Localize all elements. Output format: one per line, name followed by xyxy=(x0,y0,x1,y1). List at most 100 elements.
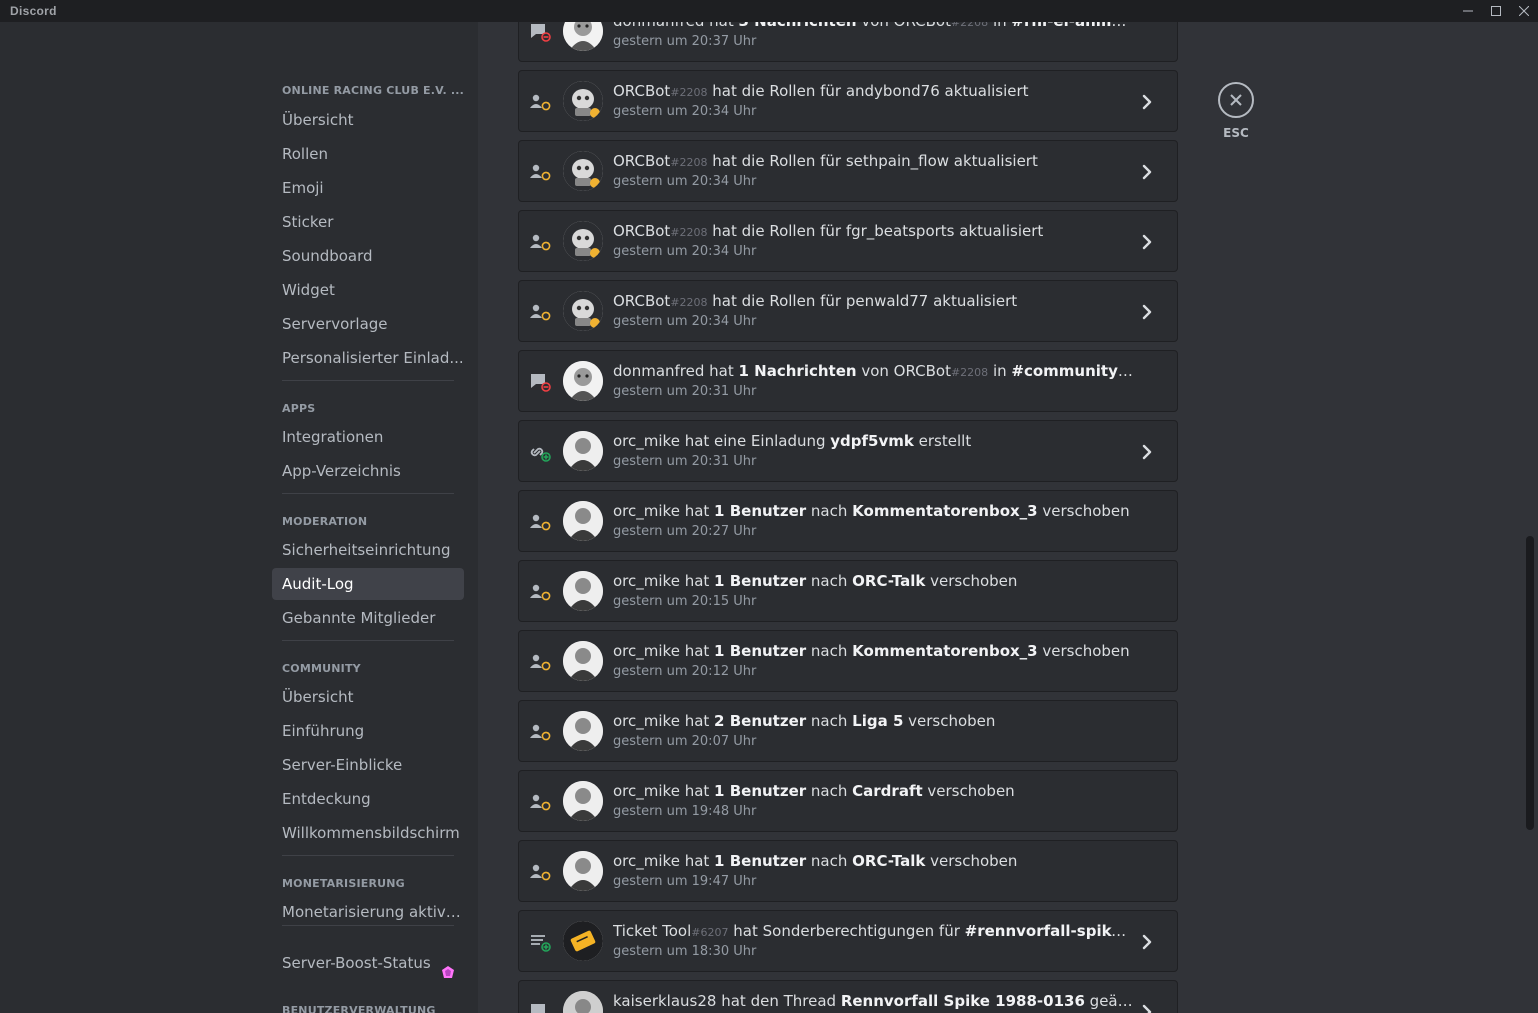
audit-log-entry[interactable]: orc_mike hat eine Einladung ydpf5vmk ers… xyxy=(518,420,1178,482)
sidebar-divider xyxy=(282,493,454,494)
window-close-icon[interactable] xyxy=(1510,0,1538,22)
section-heading-moderation: MODERATION xyxy=(282,515,368,528)
chevron-right-icon[interactable] xyxy=(1139,232,1155,252)
sidebar-item-uebersicht[interactable]: Übersicht xyxy=(272,104,464,136)
esc-label: ESC xyxy=(1223,126,1249,140)
audit-log-entry[interactable]: ORCBot#2208 hat die Rollen für sethpain_… xyxy=(518,140,1178,202)
section-heading-apps: APPS xyxy=(282,402,316,415)
sidebar-item-server-einblicke[interactable]: Server-Einblicke xyxy=(272,749,464,781)
audit-log-entry[interactable]: kaiserklaus28 hat den Thread Rennvorfall… xyxy=(518,980,1178,1013)
close-icon[interactable] xyxy=(1218,82,1254,118)
close-settings[interactable]: ESC xyxy=(1216,82,1256,140)
sidebar-item-monetarisierung-aktivi[interactable]: Monetarisierung aktivi... xyxy=(272,896,464,928)
entry-text: ORCBot xyxy=(613,82,671,100)
sidebar-item-label: Server-Einblicke xyxy=(282,756,403,774)
member-update-icon xyxy=(529,302,553,322)
sidebar-item-label: Willkommensbildschirm xyxy=(282,824,460,842)
sidebar-item-emoji[interactable]: Emoji xyxy=(272,172,464,204)
audit-log-entry[interactable]: ORCBot#2208 hat die Rollen für penwald77… xyxy=(518,280,1178,342)
entry-summary: orc_mike hat 1 Benutzer nach ORC-Talk ve… xyxy=(613,572,1133,590)
entry-target: ORC-Talk xyxy=(852,852,926,870)
entry-text: in xyxy=(988,22,1011,30)
sidebar-item-soundboard[interactable]: Soundboard xyxy=(272,240,464,272)
entry-timestamp: gestern um 20:37 Uhr xyxy=(613,34,757,49)
entry-text: verschoben xyxy=(1037,642,1130,660)
sidebar-item-widget[interactable]: Widget xyxy=(272,274,464,306)
avatar-orc-mike[interactable] xyxy=(563,571,603,611)
scrollbar[interactable] xyxy=(1526,536,1534,830)
chevron-right-icon[interactable] xyxy=(1139,92,1155,112)
entry-target: 1 Nachrichten xyxy=(738,362,857,380)
sidebar-item-willkommensbildschirm[interactable]: Willkommensbildschirm xyxy=(272,817,464,849)
avatar-kaiserklaus28[interactable] xyxy=(563,991,603,1013)
sidebar-divider xyxy=(282,640,454,641)
entry-text: hat die Rollen für sethpain_flow aktuali… xyxy=(707,152,1038,170)
entry-text: nach xyxy=(806,502,853,520)
entry-text: ORCBot xyxy=(613,292,671,310)
entry-text: orc_mike hat xyxy=(613,712,715,730)
sidebar-item-server-boost-status[interactable]: Server-Boost-Status xyxy=(272,947,464,979)
entry-text: hat die Rollen für fgr_beatsports aktual… xyxy=(707,222,1044,240)
entry-text: verschoben xyxy=(922,782,1015,800)
chevron-right-icon[interactable] xyxy=(1139,302,1155,322)
avatar-orcbot[interactable] xyxy=(563,81,603,121)
entry-text: nach xyxy=(806,642,853,660)
sidebar-item-label: Audit-Log xyxy=(282,575,354,593)
sidebar-item-sicherheitseinrichtung[interactable]: Sicherheitseinrichtung xyxy=(272,534,464,566)
avatar-orcbot[interactable] xyxy=(563,221,603,261)
entry-target: Rennvorfall Spike 1988-0136 xyxy=(840,992,1085,1010)
entry-target: Liga 5 xyxy=(852,712,904,730)
sidebar-item-label: Integrationen xyxy=(282,428,384,446)
permission-overwrite-icon xyxy=(529,932,553,952)
user-discriminator: #2208 xyxy=(670,86,708,99)
sidebar-item-sticker[interactable]: Sticker xyxy=(272,206,464,238)
user-discriminator: #2208 xyxy=(950,22,989,29)
audit-log-entry: orc_mike hat 1 Benutzer nach Kommentator… xyxy=(518,630,1178,692)
chevron-right-icon[interactable] xyxy=(1139,162,1155,182)
chevron-right-icon[interactable] xyxy=(1139,442,1155,462)
audit-log-entry[interactable]: ORCBot#2208 hat die Rollen für andybond7… xyxy=(518,70,1178,132)
sidebar-item-app-verzeichnis[interactable]: App-Verzeichnis xyxy=(272,455,464,487)
sidebar-divider xyxy=(282,925,454,926)
chevron-right-icon[interactable] xyxy=(1139,932,1155,952)
audit-log-entry[interactable]: ORCBot#2208 hat die Rollen für fgr_beats… xyxy=(518,210,1178,272)
audit-log-entry[interactable]: Ticket Tool#6207 hat Sonderberechtigunge… xyxy=(518,910,1178,972)
avatar-donmanfred[interactable] xyxy=(563,22,603,51)
sidebar-item-rollen[interactable]: Rollen xyxy=(272,138,464,170)
sidebar-item-entdeckung[interactable]: Entdeckung xyxy=(272,783,464,815)
sidebar-item-uebersicht[interactable]: Übersicht xyxy=(272,681,464,713)
maximize-icon[interactable] xyxy=(1482,0,1510,22)
sidebar-item-audit-log[interactable]: Audit-Log xyxy=(272,568,464,600)
entry-target: 1 Benutzer xyxy=(714,502,807,520)
entry-timestamp: gestern um 18:30 Uhr xyxy=(613,944,757,959)
chevron-right-icon[interactable] xyxy=(1139,1002,1155,1013)
avatar-ticket-tool[interactable] xyxy=(563,921,603,961)
sidebar-item-personalisierter-einlad[interactable]: Personalisierter Einlad... xyxy=(272,342,464,374)
section-heading-benutzerverwaltung: BENUTZERVERWALTUNG xyxy=(282,1004,436,1013)
avatar-orc-mike[interactable] xyxy=(563,431,603,471)
member-update-icon xyxy=(529,92,553,112)
sidebar-divider xyxy=(282,380,454,381)
audit-log-entry: orc_mike hat 1 Benutzer nach Cardraft ve… xyxy=(518,770,1178,832)
entry-target: #rnl-ei-anmeldung g... xyxy=(1011,22,1133,30)
entry-target: 1 Benutzer xyxy=(714,572,807,590)
avatar-orcbot[interactable] xyxy=(563,291,603,331)
entry-text: nach xyxy=(806,572,853,590)
minimize-icon[interactable] xyxy=(1454,0,1482,22)
avatar-orc-mike[interactable] xyxy=(563,501,603,541)
entry-text: verschoben xyxy=(925,852,1018,870)
entry-text: verschoben xyxy=(1037,502,1130,520)
avatar-donmanfred[interactable] xyxy=(563,361,603,401)
sidebar-item-integrationen[interactable]: Integrationen xyxy=(272,421,464,453)
sidebar-item-einfuehrung[interactable]: Einführung xyxy=(272,715,464,747)
avatar-orc-mike[interactable] xyxy=(563,851,603,891)
avatar-orcbot[interactable] xyxy=(563,151,603,191)
avatar-orc-mike[interactable] xyxy=(563,641,603,681)
section-heading-community: COMMUNITY xyxy=(282,662,361,675)
sidebar-item-servervorlage[interactable]: Servervorlage xyxy=(272,308,464,340)
entry-text: orc_mike hat xyxy=(613,642,715,660)
avatar-orc-mike[interactable] xyxy=(563,781,603,821)
sidebar-item-label: App-Verzeichnis xyxy=(282,462,401,480)
avatar-orc-mike[interactable] xyxy=(563,711,603,751)
sidebar-item-gebannte-mitglieder[interactable]: Gebannte Mitglieder xyxy=(272,602,464,634)
